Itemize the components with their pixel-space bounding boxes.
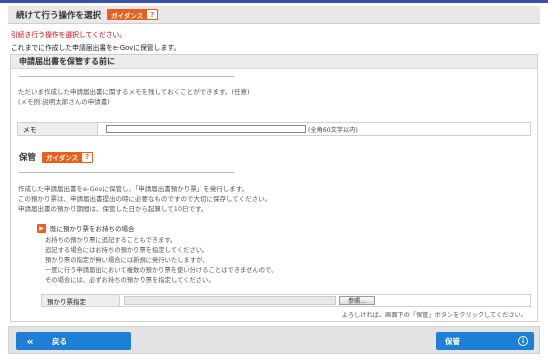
question-icon: ? (147, 10, 158, 19)
top-accent-bar (0, 0, 548, 3)
bottom-action-bar: « 戻る 保管 i (8, 326, 540, 354)
storage-panel: 申請届出書を保管する前に ただいま作成した申請届出書に関するメモを残しておくこと… (10, 54, 538, 322)
divider (18, 172, 234, 173)
existing-receipt-toggle[interactable]: ▶ 既に預かり票をお持ちの場合 (37, 223, 135, 233)
existing-receipt-line: お持ちの預かり票に追記することもできます。 (45, 237, 177, 244)
hokan-title-text: 保管 (19, 153, 37, 163)
existing-receipt-line: 一度に行う申請届出において複数の預かり票を使い分けることはできませんので、 (45, 267, 278, 274)
panel-heading: 申請届出書を保管する前に (11, 55, 537, 69)
memo-description: ただいま作成した申請届出書に関するメモを残しておくことができます。(任意) (メ… (18, 87, 250, 107)
footnote: よろしければ、画面下の「保管」ボタンをクリックしてください。 (341, 312, 527, 319)
hokan-guidance-button[interactable]: ガイダンス ? (42, 151, 94, 163)
hokan-section-title: 保管 ガイダンス ? (19, 151, 94, 163)
page-title: 続けて行う操作を選択 (16, 10, 102, 21)
existing-receipt-description: お持ちの預かり票に追記することもできます。 追記する場合にはお持ちの預かり票を指… (45, 236, 277, 286)
page-title-bar: 続けて行う操作を選択 ガイダンス ? (8, 6, 540, 24)
divider (18, 76, 234, 77)
receipt-file-field[interactable] (124, 296, 336, 305)
storage-description-line: 作成した申請届出書をe-Govに保管し、「申請届出書預かり票」を発行します。 (18, 185, 249, 193)
existing-receipt-line: 預かり票の指定が無い場合には新規に発行いたしますが、 (45, 257, 209, 264)
guidance-button[interactable]: ガイダンス ? (107, 9, 159, 20)
storage-description: 作成した申請届出書をe-Govに保管し、「申請届出書預かり票」を発行します。 こ… (18, 184, 271, 214)
existing-receipt-line: 追記する場合にはお持ちの預かり票を指定してください。 (45, 247, 209, 254)
memo-label: メモ (18, 123, 98, 135)
save-button[interactable]: 保管 i (436, 332, 534, 350)
browse-button[interactable]: 参照... (339, 296, 375, 305)
info-icon: i (518, 336, 528, 346)
receipt-label: 預かり票指定 (42, 295, 120, 306)
storage-description-line: 申請届出書の預かり期間は、保管した日から起算して10日です。 (18, 205, 208, 213)
storage-description-line: この預かり票は、申請届出書提出の時に必要なものですので大切に保存してください。 (18, 195, 272, 203)
receipt-row: 預かり票指定 参照... (41, 294, 531, 307)
memo-input[interactable] (106, 125, 306, 133)
existing-receipt-line: その場合には、必ずお持ちの預かり票を指定してください。 (45, 277, 215, 284)
guidance-button-label: ガイダンス (111, 11, 144, 20)
question-icon: ? (82, 152, 93, 162)
back-button-label: 戻る (52, 336, 67, 346)
memo-description-line: ただいま作成した申請届出書に関するメモを残しておくことができます。(任意) (18, 88, 250, 96)
save-button-label: 保管 (445, 336, 460, 346)
existing-receipt-label: 既に預かり票をお持ちの場合 (50, 225, 135, 233)
double-chevron-left-icon: « (26, 334, 34, 348)
memo-description-line: (メモ例:説明太郎さんの申請書) (18, 98, 110, 106)
memo-hint: (全角60文字以内) (308, 126, 358, 134)
arrow-right-icon: ▶ (37, 223, 46, 233)
memo-row: メモ (全角60文字以内) (17, 122, 531, 136)
guidance-button-label: ガイダンス (46, 154, 79, 162)
back-button[interactable]: « 戻る (16, 332, 131, 350)
info-message: これまでに作成した申請届出書をe-Govに保管します。 (11, 44, 181, 52)
error-message: 引続き行う操作を選択してください。 (11, 31, 127, 39)
